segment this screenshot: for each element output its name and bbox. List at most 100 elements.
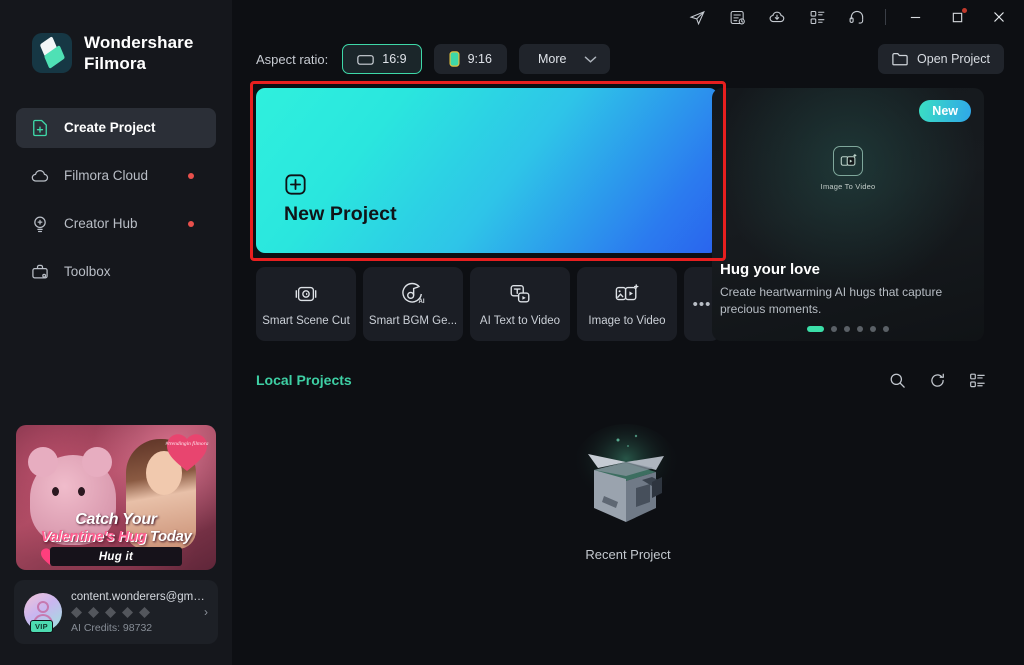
notification-dot bbox=[188, 220, 194, 227]
open-project-button[interactable]: Open Project bbox=[878, 44, 1004, 74]
tool-label: Image to Video bbox=[588, 314, 666, 327]
title-bar bbox=[232, 0, 1024, 34]
new-project-card[interactable]: New Project bbox=[256, 88, 718, 253]
user-profile-card[interactable]: VIP content.wonderers@gmail... › AI Cred… bbox=[14, 580, 218, 644]
toolbox-icon bbox=[30, 262, 50, 282]
sidebar-item-label: Create Project bbox=[64, 120, 156, 135]
brand-logo-area: Wondershare Filmora bbox=[0, 0, 232, 75]
tool-image-to-video[interactable]: Image to Video bbox=[577, 267, 677, 341]
tool-ai-text-to-video[interactable]: AI Text to Video bbox=[470, 267, 570, 341]
search-icon[interactable] bbox=[887, 370, 907, 390]
avatar: VIP bbox=[24, 593, 62, 633]
minimize-button[interactable] bbox=[894, 0, 936, 34]
portrait-frame-icon bbox=[449, 51, 460, 67]
image-to-video-feature-icon bbox=[833, 146, 863, 176]
sidebar-item-toolbox[interactable]: Toolbox bbox=[16, 252, 216, 292]
refresh-icon[interactable] bbox=[927, 370, 947, 390]
tool-smart-scene-cut[interactable]: Smart Scene Cut bbox=[256, 267, 356, 341]
folder-icon bbox=[892, 53, 908, 66]
local-projects-actions bbox=[887, 370, 987, 390]
promo-card-description: Create heartwarming AI hugs that capture… bbox=[720, 285, 943, 317]
carousel-dot[interactable] bbox=[831, 326, 837, 332]
more-label: More bbox=[537, 52, 567, 66]
promo-line-2: Valentine's Hug Today bbox=[22, 528, 210, 545]
profile-details: content.wonderers@gmail... › AI Credits:… bbox=[71, 591, 208, 634]
ai-credits-label: AI Credits: 98732 bbox=[71, 621, 153, 634]
sidebar-item-label: Filmora Cloud bbox=[64, 168, 149, 183]
local-projects-title: Local Projects bbox=[256, 372, 352, 388]
user-email: content.wonderers@gmail... bbox=[71, 590, 208, 603]
view-list-icon[interactable] bbox=[967, 370, 987, 390]
aspect-ratio-16-9-label: 16:9 bbox=[382, 52, 407, 66]
badge-icon bbox=[139, 606, 150, 618]
svg-text:AI: AI bbox=[419, 298, 425, 304]
update-indicator-dot bbox=[962, 8, 967, 13]
new-project-section: New Project Smart Scene Cut AI Smart BGM… bbox=[250, 81, 732, 341]
vip-badge: VIP bbox=[30, 620, 53, 633]
cloud-icon bbox=[30, 166, 50, 186]
sidebar-item-label: Toolbox bbox=[64, 264, 111, 279]
toolbar-divider bbox=[885, 9, 886, 25]
carousel-dots bbox=[712, 326, 984, 332]
maximize-button[interactable] bbox=[936, 0, 978, 34]
carousel-dot[interactable] bbox=[844, 326, 850, 332]
profile-badge-row: › bbox=[71, 605, 208, 619]
promo-tag-text: #trendingin filmora bbox=[165, 440, 208, 447]
sidebar-item-create-project[interactable]: Create Project bbox=[16, 107, 216, 148]
brand-name: Wondershare Filmora bbox=[84, 32, 193, 75]
content-area: New Project Smart Scene Cut AI Smart BGM… bbox=[232, 81, 1024, 562]
tool-label: Smart BGM Ge... bbox=[368, 314, 458, 327]
empty-state: Recent Project bbox=[232, 418, 1024, 562]
brand-line-1: Wondershare bbox=[84, 33, 194, 52]
brand-line-2: Filmora bbox=[84, 54, 147, 74]
chevron-down-icon bbox=[585, 55, 597, 63]
sidebar-item-label: Creator Hub bbox=[64, 216, 138, 231]
feature-promo-card[interactable]: New Image To Video Hug your love Create … bbox=[712, 88, 984, 341]
feature-icon-label: Image To Video bbox=[820, 182, 876, 191]
new-badge: New bbox=[919, 100, 971, 122]
new-document-icon bbox=[30, 118, 50, 138]
sidebar-item-filmora-cloud[interactable]: Filmora Cloud bbox=[16, 156, 216, 196]
empty-state-label: Recent Project bbox=[585, 547, 671, 562]
open-project-label: Open Project bbox=[917, 52, 990, 66]
cards-row: New Project Smart Scene Cut AI Smart BGM… bbox=[250, 81, 1004, 341]
share-icon[interactable] bbox=[677, 0, 717, 34]
close-button[interactable] bbox=[978, 0, 1020, 34]
carousel-dot[interactable] bbox=[857, 326, 863, 332]
promo-line-1: Catch Your bbox=[75, 511, 157, 528]
carousel-dot[interactable] bbox=[807, 326, 824, 332]
cloud-download-icon[interactable] bbox=[757, 0, 797, 34]
aspect-ratio-toolbar: Aspect ratio: 16:9 9:16 More Open Projec… bbox=[232, 34, 1024, 74]
badge-icon bbox=[105, 606, 116, 618]
creator-hub-icon bbox=[30, 214, 50, 234]
image-to-video-icon bbox=[615, 283, 639, 300]
headset-support-icon[interactable] bbox=[837, 0, 877, 34]
sidebar-promo-banner[interactable]: #trendingin filmora Catch Your Valentine… bbox=[16, 425, 216, 570]
local-projects-header: Local Projects bbox=[256, 368, 1004, 392]
tool-smart-bgm-generate[interactable]: AI Smart BGM Ge... bbox=[363, 267, 463, 341]
aspect-ratio-9-16-button[interactable]: 9:16 bbox=[433, 44, 507, 74]
text-to-video-icon bbox=[510, 284, 530, 303]
empty-box-illustration bbox=[572, 424, 680, 522]
heart-balloon-icon: #trendingin filmora bbox=[165, 434, 209, 471]
chevron-right-icon[interactable]: › bbox=[204, 605, 208, 619]
aspect-ratio-more-button[interactable]: More bbox=[518, 44, 611, 74]
promo-line-2-accent: Valentine's Hug bbox=[40, 528, 147, 545]
promo-line-2-plain: Today bbox=[149, 528, 192, 545]
apps-grid-icon[interactable] bbox=[797, 0, 837, 34]
aspect-ratio-9-16-label: 9:16 bbox=[467, 52, 492, 66]
promo-cta-button[interactable]: Hug it bbox=[50, 547, 182, 566]
sidebar-nav: Create Project Filmora Cloud Creator Hub… bbox=[0, 107, 232, 292]
tool-label: AI Text to Video bbox=[479, 314, 561, 327]
landscape-frame-icon bbox=[357, 54, 375, 65]
bgm-ai-icon: AI bbox=[402, 282, 425, 304]
main-area: Aspect ratio: 16:9 9:16 More Open Projec… bbox=[232, 0, 1024, 665]
ai-tools-row: Smart Scene Cut AI Smart BGM Ge... AI Te… bbox=[256, 267, 732, 341]
task-list-icon[interactable] bbox=[717, 0, 757, 34]
plus-square-icon bbox=[285, 174, 306, 195]
carousel-dot[interactable] bbox=[870, 326, 876, 332]
notification-dot bbox=[188, 172, 194, 179]
carousel-dot[interactable] bbox=[883, 326, 889, 332]
sidebar-item-creator-hub[interactable]: Creator Hub bbox=[16, 204, 216, 244]
aspect-ratio-16-9-button[interactable]: 16:9 bbox=[342, 44, 422, 74]
